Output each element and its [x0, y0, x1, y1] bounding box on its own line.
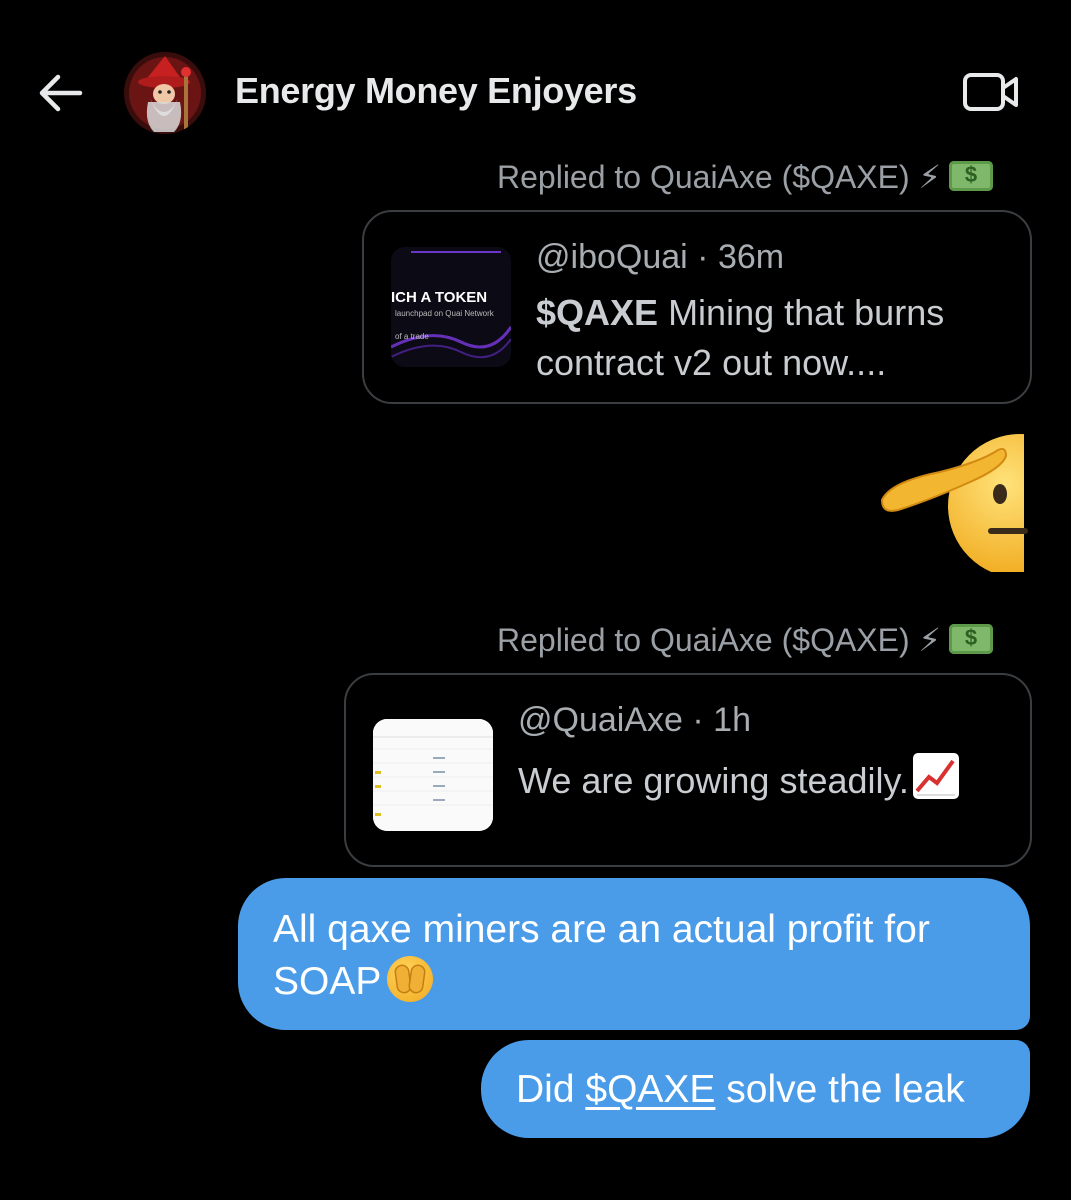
reply-label: Replied to QuaiAxe ($QAXE) ⚡ [497, 621, 993, 659]
conversation-title: Energy Money Enjoyers [235, 70, 637, 111]
meta-separator: · [692, 701, 704, 739]
video-call-icon[interactable] [962, 70, 1020, 114]
token-launch-thumbnail-image [391, 247, 511, 367]
chat-header: Energy Money Enjoyers [0, 0, 1071, 150]
message-body: All qaxe miners are an actual profit for… [273, 908, 930, 1003]
quoted-post-time: 36m [717, 238, 785, 276]
quoted-post-body: We are growing steadily. [518, 760, 909, 801]
quoted-post-card[interactable]: ICH A TOKEN launchpad on Quai Network of… [362, 210, 1032, 404]
thumbnail-caption: of a trade [395, 332, 429, 341]
message-bubble[interactable]: Did $QAXE solve the leak [481, 1040, 1030, 1138]
thumbnail-subheading: launchpad on Quai Network [395, 309, 494, 318]
money-emoji [949, 624, 993, 654]
message-text: All qaxe miners are an actual profit for… [273, 904, 1013, 1008]
quoted-post-meta: @iboQuai · 36m [536, 238, 784, 277]
face-with-peeking-eye-emoji [387, 956, 434, 1002]
cashtag: $QAXE [536, 292, 659, 333]
quoted-post-card[interactable]: @QuaiAxe · 1h We are growing steadily. [344, 673, 1032, 867]
money-emoji [949, 161, 993, 191]
meta-separator: · [697, 238, 709, 276]
quoted-post-text: We are growing steadily. [518, 753, 1018, 806]
message-text: Did $QAXE solve the leak [516, 1064, 965, 1116]
chart-increasing-emoji [912, 753, 959, 799]
message-body-end: solve the leak [726, 1068, 965, 1111]
quoted-post-time: 1h [713, 701, 751, 739]
message-bubble[interactable]: All qaxe miners are an actual profit for… [238, 878, 1030, 1030]
cashtag-link[interactable]: $QAXE [585, 1068, 715, 1111]
quoted-post-author: @iboQuai [536, 238, 688, 276]
wizard-avatar-image [124, 52, 206, 134]
message-body-start: Did [516, 1068, 575, 1111]
quoted-post-text: $QAXE Mining that burns contract v2 out … [536, 288, 1006, 388]
quoted-post-meta: @QuaiAxe · 1h [518, 701, 751, 740]
group-avatar[interactable] [124, 52, 206, 134]
reply-label: Replied to QuaiAxe ($QAXE) ⚡ [497, 158, 993, 196]
back-arrow-icon[interactable] [36, 72, 84, 114]
post-thumbnail [373, 719, 493, 831]
saluting-face-emoji [880, 432, 1030, 572]
reply-label-text: Replied to QuaiAxe ($QAXE) ⚡ [497, 622, 941, 658]
thumbnail-heading: ICH A TOKEN [391, 289, 488, 306]
post-thumbnail: ICH A TOKEN launchpad on Quai Network of… [391, 247, 511, 367]
reply-label-text: Replied to QuaiAxe ($QAXE) ⚡ [497, 159, 941, 195]
quoted-post-author: @QuaiAxe [518, 701, 683, 739]
table-screenshot-thumbnail-image [373, 719, 493, 831]
